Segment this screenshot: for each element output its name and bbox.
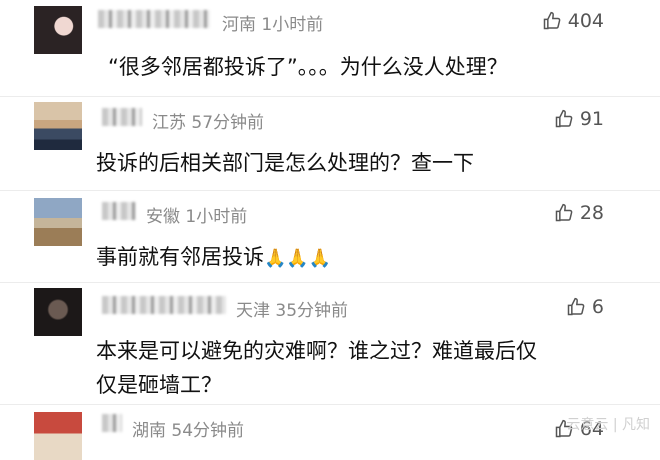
comment-text: 事前就有邻居投诉🙏🙏🙏 [96,240,636,276]
comment-meta: 江苏 57分钟前 [152,108,264,133]
like-count: 28 [579,202,604,224]
comment-item: 天津 35分钟前 6 本来是可以避免的灾难啊？谁之过？难道最后仅仅是砸墙工？ [0,282,660,406]
like-button[interactable]: 404 [542,10,604,32]
comment-meta: 安徽 1小时前 [146,202,247,227]
thumbs-up-icon [543,11,561,30]
avatar[interactable] [34,102,82,150]
thumbs-up-icon [555,203,573,222]
comment-location: 安徽 [146,207,180,227]
comment-text: 本来是可以避免的灾难啊？谁之过？难道最后仅仅是砸墙工？ [96,339,537,397]
like-button[interactable]: 6 [566,296,604,318]
avatar[interactable] [34,412,82,460]
comment-location: 河南 [222,15,256,35]
comment-meta: 河南 1小时前 [222,10,323,35]
username-blurred[interactable] [98,10,210,28]
username-blurred[interactable] [102,414,122,432]
pray-emoji: 🙏🙏🙏 [264,248,332,269]
comment-text: 投诉的后相关部门是怎么处理的？查一下 [96,151,474,175]
comment-location: 天津 [236,301,270,321]
comment-time: 57分钟前 [191,113,265,133]
thumbs-up-icon [567,297,585,316]
comment-time: 1小时前 [261,15,324,35]
thumbs-up-icon [555,109,573,128]
like-button[interactable]: 28 [554,202,604,224]
comment-item: 湖南 54分钟前 64 [0,404,660,460]
watermark: 云意云 | 凡知 [566,417,650,433]
username-blurred[interactable] [102,108,142,126]
comment-time: 35分钟前 [275,301,349,321]
like-count: 91 [579,108,604,130]
username-blurred[interactable] [102,202,136,220]
like-count: 6 [591,296,604,318]
avatar[interactable] [34,288,82,336]
like-button[interactable]: 91 [554,108,604,130]
comment-item: 安徽 1小时前 28 事前就有邻居投诉🙏🙏🙏 [0,190,660,282]
comment-time: 54分钟前 [171,421,245,441]
comment-location: 湖南 [132,421,166,441]
username-blurred[interactable] [102,296,226,314]
avatar[interactable] [34,6,82,54]
comment-time: 1小时前 [185,207,248,227]
comment-item: 河南 1小时前 404 “很多邻居都投诉了”。。。为什么没人处理？ [0,0,660,100]
avatar[interactable] [34,198,82,246]
comment-location: 江苏 [152,113,186,133]
comment-text-content: 事前就有邻居投诉 [96,245,264,269]
comment-meta: 湖南 54分钟前 [132,416,244,441]
comment-meta: 天津 35分钟前 [236,296,348,321]
like-count: 404 [567,10,604,32]
comment-item: 江苏 57分钟前 91 投诉的后相关部门是怎么处理的？查一下 [0,96,660,192]
comment-text: “很多邻居都投诉了”。。。为什么没人处理？ [108,55,508,79]
